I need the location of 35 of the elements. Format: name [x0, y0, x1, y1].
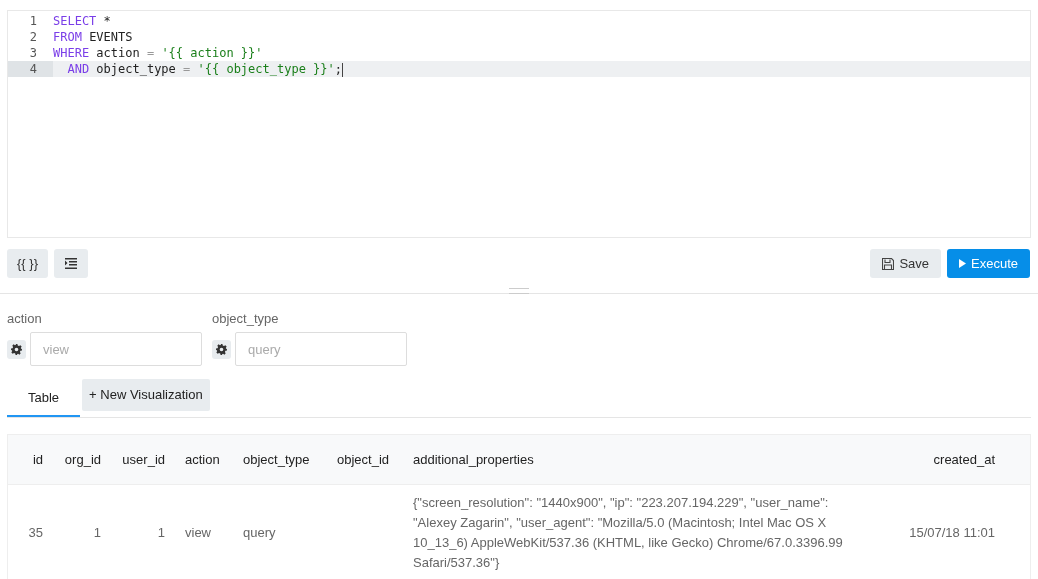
column-header[interactable]: created_at	[933, 452, 995, 467]
column-header[interactable]: id	[32, 452, 43, 467]
code-line: FROM EVENTS	[53, 29, 133, 45]
tab[interactable]: Table	[7, 379, 81, 417]
parameter-field[interactable]: view	[30, 332, 202, 366]
column-header[interactable]: org_id	[64, 452, 101, 467]
column-header[interactable]: additional_properties	[413, 452, 534, 467]
parameter-field[interactable]: query	[235, 332, 407, 366]
settings-icon[interactable]	[7, 339, 26, 359]
table-cell: {"screen_resolution": "1440x900", "ip": "223.207.194.229", "user_name": "Alexey Zagarin", "user_agent": "Mozilla/5.0 (Macintosh; Intel Mac OS X 10_13_6) AppleWebKit/537.36 (KHTML, like Gecko) Chrome/67.0.3396.99 Safari/537.36"}	[413, 495, 843, 570]
table-cell: 1	[157, 525, 165, 540]
parameter-label: action	[7, 311, 42, 327]
settings-icon[interactable]	[212, 339, 231, 359]
code-line: AND object_type = '{{ object_type }}';	[66, 61, 343, 77]
table-cell: 35	[28, 525, 43, 540]
table-cell: 1	[93, 525, 101, 540]
parameter-button[interactable]: {{ }}	[7, 249, 48, 278]
code-line: WHERE action = '{{ action }}'	[53, 45, 263, 61]
code-editor[interactable]: 1 SELECT * 2 FROM EVENTS 3 WHERE action = '{{ action }}' 4 AND object_type = '{{ object_type }}';	[7, 10, 1031, 238]
resize-handle[interactable]	[509, 288, 529, 294]
indent-button[interactable]	[54, 249, 88, 278]
tab[interactable]: + New Visualization	[82, 379, 210, 411]
play-icon	[959, 259, 966, 268]
table-cell: 15/07/18 11:01	[909, 525, 995, 540]
table-cell: view	[185, 525, 211, 540]
save-button[interactable]: Save	[870, 249, 941, 278]
line-number: 2	[28, 29, 38, 45]
code-line: SELECT *	[53, 13, 111, 29]
parameter-label: object_type	[212, 311, 279, 327]
line-number: 4	[8, 61, 53, 77]
line-number: 3	[28, 45, 38, 61]
indent-icon	[65, 258, 77, 269]
column-header[interactable]: action	[185, 452, 220, 467]
table-cell: query	[243, 525, 276, 540]
line-number: 1	[28, 13, 38, 29]
